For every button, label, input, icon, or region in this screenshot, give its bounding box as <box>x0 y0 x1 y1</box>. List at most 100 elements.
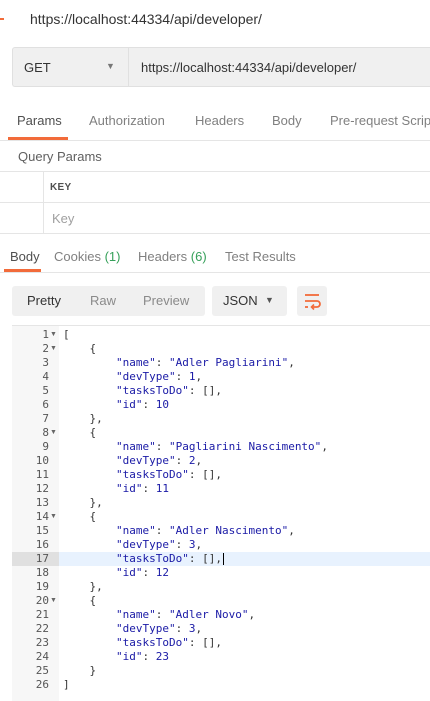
line-number-cell: 1 ▼ <box>12 328 59 342</box>
header-checkbox-cell <box>0 172 44 202</box>
line-number-cell: 24 <box>12 650 59 664</box>
pretty-button[interactable]: Pretty <box>27 293 61 308</box>
code-cell: "tasksToDo": [], <box>59 636 430 650</box>
code-line: 12 "id": 11 <box>12 482 430 496</box>
code-cell: ] <box>59 678 430 692</box>
tab-pre-request-script[interactable]: Pre-request Script <box>330 113 430 128</box>
line-number: 21 <box>35 608 49 621</box>
tab-body[interactable]: Body <box>272 113 302 128</box>
fold-toggle-icon[interactable]: ▼ <box>50 594 57 608</box>
code-line: 9 "name": "Pagliarini Nascimento", <box>12 440 430 454</box>
line-number: 5 <box>42 384 49 397</box>
format-label: JSON <box>223 293 258 308</box>
code-lines: 1 ▼[2 ▼ {3 "name": "Adler Pagliarini", 4 "d… <box>12 326 430 701</box>
line-number-cell: 23 <box>12 636 59 650</box>
fold-toggle-icon[interactable]: ▼ <box>50 426 57 440</box>
view-mode-toggle: Pretty Raw Preview <box>12 286 205 316</box>
line-number-cell: 15 <box>12 524 59 538</box>
chevron-down-icon: ▼ <box>265 295 274 305</box>
code-cell: "devType": 2, <box>59 454 430 468</box>
line-number: 6 <box>42 398 49 411</box>
cookies-count: (1) <box>104 249 121 264</box>
method-select[interactable]: GET ▼ <box>12 47 128 87</box>
line-number: 9 <box>42 440 49 453</box>
line-number: 7 <box>42 412 49 425</box>
raw-button[interactable]: Raw <box>90 293 116 308</box>
line-number: 1 <box>42 328 49 341</box>
code-cell: "id": 12 <box>59 566 430 580</box>
code-text: { <box>63 594 97 607</box>
response-body-editor[interactable]: 1 ▼[2 ▼ {3 "name": "Adler Pagliarini", 4 "d… <box>12 325 430 701</box>
fold-toggle-icon[interactable]: ▼ <box>50 342 57 356</box>
code-text: } <box>63 664 97 677</box>
code-cell: "devType": 1, <box>59 370 430 384</box>
line-number: 26 <box>35 678 49 691</box>
line-number: 25 <box>35 664 49 677</box>
tab-headers-label: Headers <box>138 249 188 264</box>
code-line: 14 ▼ { <box>12 510 430 524</box>
line-number: 16 <box>35 538 49 551</box>
code-cell: }, <box>59 412 430 426</box>
code-line: 4 "devType": 1, <box>12 370 430 384</box>
url-input[interactable]: https://localhost:44334/api/developer/ <box>128 47 430 87</box>
code-text: "tasksToDo": [], <box>115 552 224 565</box>
line-number-cell: 22 <box>12 622 59 636</box>
code-cell: "tasksToDo": [], <box>59 468 430 482</box>
fold-toggle-icon[interactable]: ▼ <box>50 510 57 524</box>
code-line: 11 "tasksToDo": [], <box>12 468 430 482</box>
row-checkbox-cell[interactable] <box>0 203 44 233</box>
line-number: 23 <box>35 636 49 649</box>
tab-headers[interactable]: Headers <box>195 113 244 128</box>
wrap-lines-button[interactable] <box>297 286 327 316</box>
code-text: "id": 10 <box>115 398 169 411</box>
line-number: 24 <box>35 650 49 663</box>
tab-authorization[interactable]: Authorization <box>89 113 165 128</box>
line-number: 12 <box>35 482 49 495</box>
line-number: 13 <box>35 496 49 509</box>
code-text: "devType": 3, <box>115 538 203 551</box>
code-line: 8 ▼ { <box>12 426 430 440</box>
line-number: 19 <box>35 580 49 593</box>
tab-response-headers[interactable]: Headers (6) <box>138 249 207 264</box>
code-cell: "tasksToDo": [], <box>59 552 430 566</box>
line-number: 22 <box>35 622 49 635</box>
code-cell: "id": 11 <box>59 482 430 496</box>
line-number-cell: 20 ▼ <box>12 594 59 608</box>
code-text: "name": "Adler Pagliarini", <box>115 356 295 369</box>
code-line: 18 "id": 12 <box>12 566 430 580</box>
code-cell: "id": 10 <box>59 398 430 412</box>
line-number-cell: 19 <box>12 580 59 594</box>
code-line: 15 "name": "Adler Nascimento", <box>12 524 430 538</box>
code-cell: { <box>59 342 430 356</box>
code-line: 22 "devType": 3, <box>12 622 430 636</box>
code-text: "name": "Pagliarini Nascimento", <box>115 440 328 453</box>
fold-toggle-icon[interactable]: ▼ <box>50 328 57 342</box>
code-line: 13 }, <box>12 496 430 510</box>
response-tabs: Body Cookies (1) Headers (6) Test Result… <box>0 240 430 273</box>
line-number: 14 <box>35 510 49 523</box>
code-line: 16 "devType": 3, <box>12 538 430 552</box>
code-text: "devType": 2, <box>115 454 203 467</box>
code-text: "id": 11 <box>115 482 169 495</box>
tab-params[interactable]: Params <box>17 113 62 128</box>
tab-cookies[interactable]: Cookies (1) <box>54 249 120 264</box>
code-text: { <box>63 342 97 355</box>
code-line: 23 "tasksToDo": [], <box>12 636 430 650</box>
format-select[interactable]: JSON ▼ <box>212 286 287 316</box>
active-response-tab-indicator <box>4 269 41 272</box>
code-text: [ <box>63 328 70 341</box>
tab-response-body[interactable]: Body <box>10 249 40 264</box>
code-line: 1 ▼ [ <box>12 328 430 342</box>
query-params-title: Query Params <box>18 149 102 164</box>
preview-button[interactable]: Preview <box>143 293 189 308</box>
tab-test-results[interactable]: Test Results <box>225 249 296 264</box>
line-number: 4 <box>42 370 49 383</box>
code-cell: [ <box>59 328 430 342</box>
code-text: }, <box>63 412 103 425</box>
request-tabs: Params Authorization Headers Body Pre-re… <box>0 102 430 141</box>
line-number-cell: 18 <box>12 566 59 580</box>
code-text: }, <box>63 496 103 509</box>
code-text: "name": "Adler Novo", <box>115 608 256 621</box>
code-line: 6 "id": 10 <box>12 398 430 412</box>
key-input[interactable]: Key <box>52 211 74 226</box>
